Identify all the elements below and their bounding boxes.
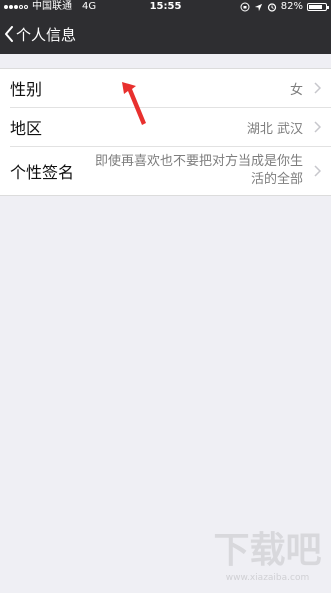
chevron-right-icon (314, 165, 321, 177)
navigation-bar: 个人信息 (0, 14, 331, 54)
red-arrow-annotation (122, 82, 146, 125)
status-right: 82% (240, 0, 329, 14)
battery-level (309, 5, 323, 9)
watermark-text: 下载吧 (213, 530, 322, 571)
chevron-right-icon (314, 82, 321, 94)
alarm-icon (267, 3, 276, 12)
status-bar: 中国联通 4G 15:55 82% (0, 0, 331, 14)
list-item-gender[interactable]: 性别 女 (0, 69, 331, 107)
row-label: 性别 (10, 80, 43, 99)
row-label: 个性签名 (10, 163, 75, 182)
nav-title: 个人信息 (16, 25, 77, 44)
back-button[interactable]: 个人信息 (4, 14, 76, 54)
list-item-region[interactable]: 地区 湖北 武汉 (0, 108, 331, 146)
profile-info-list: 性别 女 地区 湖北 武汉 个性签名 即使再喜欢也不要把对方当成是你生活的全部 (0, 68, 331, 196)
row-value: 即使再喜欢也不要把对方当成是你生活的全部 (94, 154, 303, 187)
rotation-lock-icon (240, 2, 250, 12)
location-icon (254, 3, 262, 11)
row-value: 女 (289, 82, 303, 98)
battery-icon (307, 3, 329, 11)
row-value: 湖北 武汉 (246, 121, 303, 137)
battery-percent: 82% (280, 1, 303, 12)
list-item-signature[interactable]: 个性签名 即使再喜欢也不要把对方当成是你生活的全部 (0, 147, 331, 195)
row-label: 地区 (10, 119, 43, 138)
chevron-right-icon (314, 121, 321, 133)
chevron-left-icon (4, 26, 14, 42)
watermark-logo: 下载吧 www.xiazaiba.com (210, 530, 325, 590)
watermark-url: www.xiazaiba.com (225, 573, 310, 583)
